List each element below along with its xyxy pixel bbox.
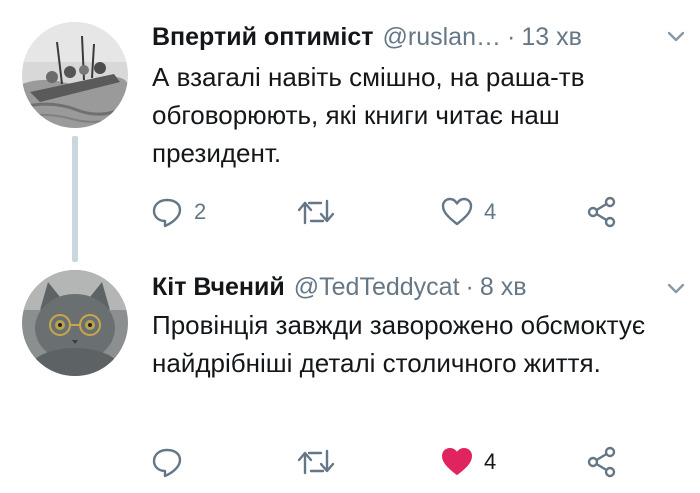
heart-filled-icon xyxy=(442,448,472,475)
reply-button[interactable] xyxy=(150,442,194,482)
author-name[interactable]: Кіт Вчений xyxy=(152,273,285,302)
reply-icon xyxy=(152,198,182,228)
tweet-actions: 2 4 xyxy=(0,192,700,232)
like-count: 4 xyxy=(484,199,497,224)
retweet-icon xyxy=(297,449,335,475)
tweet-actions: 4 xyxy=(0,442,700,482)
separator-dot: · xyxy=(465,272,474,301)
share-button[interactable] xyxy=(585,192,619,232)
retweet-icon xyxy=(297,199,335,225)
chevron-down-icon[interactable] xyxy=(666,282,686,296)
reply-count: 2 xyxy=(194,199,207,224)
reply-icon xyxy=(152,448,182,478)
chevron-down-icon[interactable] xyxy=(666,30,686,44)
author-name[interactable]: Впертий оптиміст xyxy=(152,23,374,52)
grey-cat-with-glasses-avatar-icon xyxy=(22,270,128,376)
author-handle[interactable]: @ruslan… xyxy=(383,23,501,52)
like-button[interactable]: 4 xyxy=(440,192,496,232)
tweet-header: Кіт Вчений @TedTeddycat · 8 хв xyxy=(152,270,526,304)
share-icon xyxy=(587,446,616,478)
reply-button[interactable]: 2 xyxy=(150,192,206,232)
tweet-text: А взагалі навіть смішно, на раша-тв обго… xyxy=(152,62,585,168)
avatar[interactable] xyxy=(22,22,128,128)
engraving-boat-avatar-icon xyxy=(22,22,128,128)
timestamp[interactable]: 8 хв xyxy=(480,273,527,302)
timestamp[interactable]: 13 хв xyxy=(521,23,582,52)
share-icon xyxy=(587,196,616,228)
avatar[interactable] xyxy=(22,270,128,376)
retweet-button[interactable] xyxy=(296,442,346,482)
separator-dot: · xyxy=(506,22,516,51)
tweet-header: Впертий оптиміст @ruslan… · 13 хв xyxy=(152,20,582,54)
tweet[interactable]: Впертий оптиміст @ruslan… · 13 хв А взаг… xyxy=(0,0,700,262)
share-button[interactable] xyxy=(585,442,619,482)
tweet[interactable]: Кіт Вчений @TedTeddycat · 8 хв Провінція… xyxy=(0,262,700,493)
like-button[interactable]: 4 xyxy=(440,442,496,482)
retweet-button[interactable] xyxy=(296,192,346,232)
heart-icon xyxy=(441,197,473,226)
like-count: 4 xyxy=(484,449,497,474)
author-handle[interactable]: @TedTeddycat xyxy=(294,273,460,302)
tweet-text: Провінція завжди заворожено обсмоктує на… xyxy=(152,310,646,378)
